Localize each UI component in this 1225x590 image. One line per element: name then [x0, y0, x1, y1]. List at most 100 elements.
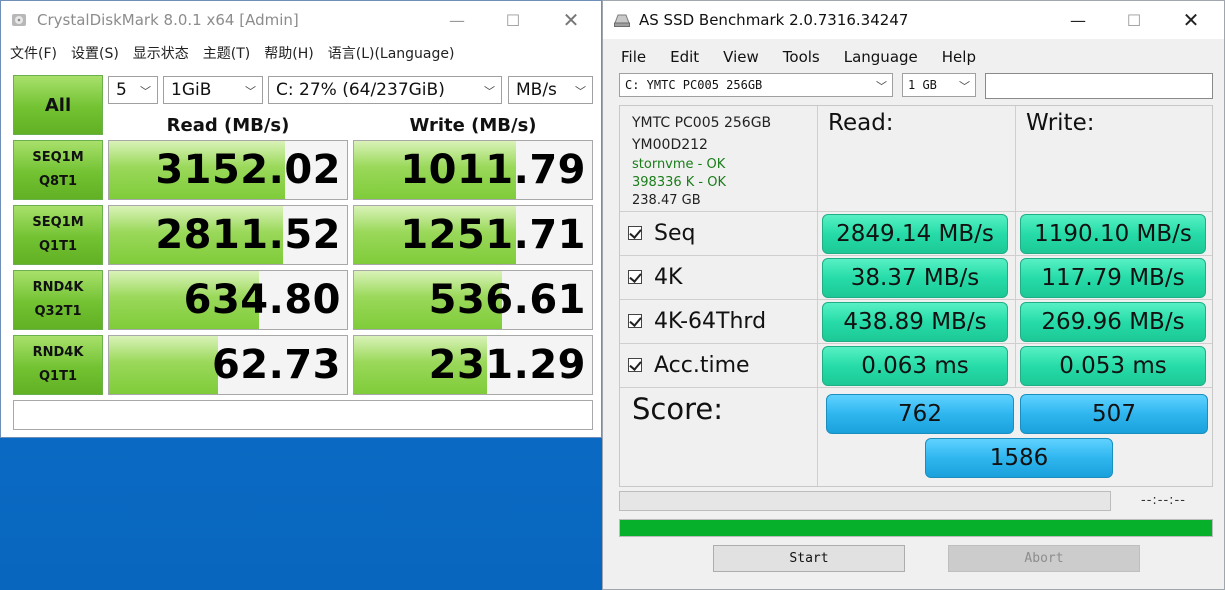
- chevron-down-icon: ﹀: [245, 85, 256, 98]
- 4k-test-toggle[interactable]: 4K: [628, 256, 682, 298]
- read-header-cell: Read:: [818, 106, 1016, 212]
- cdm-titlebar[interactable]: CrystalDiskMark 8.0.1 x64 [Admin] — ☐ ✕: [1, 1, 601, 39]
- cdm-menubar: 文件(F) 设置(S) 显示状态 主题(T) 帮助(H) 语言(L)(Langu…: [1, 39, 601, 67]
- disk-app-icon: [12, 14, 26, 26]
- maximize-icon[interactable]: ☐: [1111, 1, 1157, 39]
- test-button-seq1m-q1t1[interactable]: SEQ1M Q1T1: [13, 205, 103, 265]
- score-total: 1586: [925, 438, 1113, 478]
- test-size-value: 1GiB: [171, 80, 212, 100]
- read-value: 3152.02: [155, 147, 341, 193]
- menu-settings[interactable]: 设置(S): [71, 43, 119, 63]
- maximize-icon[interactable]: ☐: [490, 1, 536, 39]
- acc-time-test-toggle[interactable]: Acc.time: [628, 344, 750, 386]
- total-progress-bar: [619, 519, 1213, 537]
- test-label: Acc.time: [654, 352, 750, 378]
- hdd-app-icon: [614, 14, 630, 27]
- comment-input[interactable]: [13, 400, 593, 430]
- as-ssd-window: AS SSD Benchmark 2.0.7316.34247 — ☐ ✕ Fi…: [602, 0, 1225, 590]
- menu-help[interactable]: 帮助(H): [264, 43, 313, 63]
- alignment-status: 398336 K - OK: [632, 175, 726, 190]
- drive-path-input[interactable]: [985, 73, 1213, 99]
- checkbox-checked-icon[interactable]: [628, 226, 642, 240]
- size-select[interactable]: 1 GB ﹀: [902, 73, 976, 97]
- write-value: 1251.71: [400, 212, 586, 258]
- menu-theme[interactable]: 主题(T): [203, 43, 250, 63]
- seq-read-cell: 2849.14 MB/s: [818, 212, 1016, 256]
- test-label-line1: SEQ1M: [32, 215, 84, 230]
- menu-display[interactable]: 显示状态: [133, 43, 189, 63]
- device-capacity: 238.47 GB: [632, 193, 701, 208]
- unit-select[interactable]: MB/s ﹀: [508, 76, 593, 104]
- score-write: 507: [1020, 394, 1208, 434]
- test-button-seq1m-q8t1[interactable]: SEQ1M Q8T1: [13, 140, 103, 200]
- seq-write-cell: 1190.10 MB/s: [1016, 212, 1212, 256]
- test-size-select[interactable]: 1GiB ﹀: [163, 76, 263, 104]
- write-value: 536.61: [428, 277, 586, 323]
- acc-time-write-cell: 0.053 ms: [1016, 344, 1212, 388]
- asssd-titlebar[interactable]: AS SSD Benchmark 2.0.7316.34247 — ☐ ✕: [603, 1, 1224, 39]
- checkbox-checked-icon[interactable]: [628, 270, 642, 284]
- start-button[interactable]: Start: [713, 545, 905, 572]
- checkbox-checked-icon[interactable]: [628, 358, 642, 372]
- minimize-icon[interactable]: —: [434, 1, 480, 39]
- menu-language[interactable]: Language: [844, 48, 918, 66]
- 4k-write-cell: 117.79 MB/s: [1016, 256, 1212, 300]
- close-icon[interactable]: ✕: [548, 1, 594, 39]
- menu-help[interactable]: Help: [942, 48, 976, 66]
- chevron-down-icon: ﹀: [575, 85, 586, 98]
- device-info-cell: YMTC PC005 256GB YM00D212 stornvme - OK …: [620, 106, 818, 212]
- 4k-64thrd-read-cell: 438.89 MB/s: [818, 300, 1016, 344]
- chevron-down-icon: ﹀: [876, 80, 887, 93]
- test-label-line1: RND4K: [32, 280, 84, 295]
- 4k-64thrd-write-cell: 269.96 MB/s: [1016, 300, 1212, 344]
- read-header: Read:: [828, 110, 894, 136]
- menu-tools[interactable]: Tools: [783, 48, 820, 66]
- chevron-down-icon: ﹀: [959, 80, 970, 93]
- checkbox-checked-icon[interactable]: [628, 314, 642, 328]
- close-icon[interactable]: ✕: [1168, 1, 1214, 39]
- abort-button[interactable]: Abort: [948, 545, 1140, 572]
- drive-select[interactable]: C: YMTC PC005 256GB ﹀: [619, 73, 893, 97]
- drive-select[interactable]: C: 27% (64/237GiB) ﹀: [268, 76, 502, 104]
- score-label-cell: Score:: [620, 388, 818, 486]
- test-label-line2: Q32T1: [34, 304, 82, 319]
- test-label-line1: SEQ1M: [32, 150, 84, 165]
- write-header-cell: Write:: [1016, 106, 1212, 212]
- score-read: 762: [826, 394, 1014, 434]
- chevron-down-icon: ﹀: [484, 85, 495, 98]
- write-result-seq1m-q8t1: 1011.79: [353, 140, 593, 200]
- 4k-64thrd-test-toggle[interactable]: 4K-64Thrd: [628, 300, 766, 342]
- test-button-rnd4k-q32t1[interactable]: RND4K Q32T1: [13, 270, 103, 330]
- read-result-rnd4k-q32t1: 634.80: [108, 270, 348, 330]
- test-count-select[interactable]: 5 ﹀: [108, 76, 158, 104]
- run-all-button[interactable]: All: [13, 75, 103, 135]
- read-fill-bar: [109, 336, 219, 394]
- drive-value: C: 27% (64/237GiB): [276, 80, 445, 100]
- cdm-window-title: CrystalDiskMark 8.0.1 x64 [Admin]: [37, 11, 299, 29]
- 4k-read-cell: 38.37 MB/s: [818, 256, 1016, 300]
- write-result-rnd4k-q32t1: 536.61: [353, 270, 593, 330]
- menu-file[interactable]: File: [621, 48, 646, 66]
- seq-read-result: 2849.14 MB/s: [822, 214, 1008, 254]
- size-value: 1 GB: [908, 78, 937, 92]
- read-column-header: Read (MB/s): [166, 115, 290, 136]
- test-row-acc-time: Acc.time: [620, 344, 818, 388]
- read-value: 62.73: [211, 342, 341, 388]
- menu-language[interactable]: 语言(L)(Language): [328, 43, 455, 63]
- write-result-seq1m-q1t1: 1251.71: [353, 205, 593, 265]
- test-button-rnd4k-q1t1[interactable]: RND4K Q1T1: [13, 335, 103, 395]
- minimize-icon[interactable]: —: [1055, 1, 1101, 39]
- read-result-seq1m-q8t1: 3152.02: [108, 140, 348, 200]
- test-progress-bar: [619, 491, 1111, 511]
- seq-test-toggle[interactable]: Seq: [628, 212, 695, 254]
- menu-file[interactable]: 文件(F): [10, 43, 57, 63]
- read-value: 634.80: [183, 277, 341, 323]
- menu-view[interactable]: View: [723, 48, 759, 66]
- acc-time-read-result: 0.063 ms: [822, 346, 1008, 386]
- write-value: 1011.79: [400, 147, 586, 193]
- menu-edit[interactable]: Edit: [670, 48, 699, 66]
- read-result-rnd4k-q1t1: 62.73: [108, 335, 348, 395]
- test-row-4k: 4K: [620, 256, 818, 300]
- drive-value: C: YMTC PC005 256GB: [625, 78, 763, 92]
- asssd-window-title: AS SSD Benchmark 2.0.7316.34247: [639, 11, 909, 29]
